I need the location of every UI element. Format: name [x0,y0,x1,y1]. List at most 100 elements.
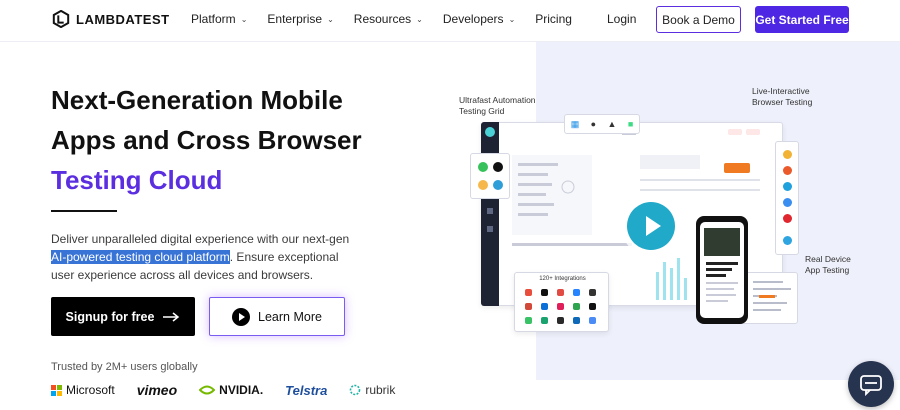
nvidia-logo: NVIDIA. [199,383,263,397]
signup-label: Signup for free [65,309,155,324]
learn-more-button[interactable]: Learn More [209,297,345,336]
cypress-icon [493,162,503,172]
logo-icon [52,10,70,28]
safari-icon [783,198,792,207]
chevron-down-icon: ⌄ [416,14,423,24]
callout-automation-grid: Ultrafast Automation Testing Grid [459,95,536,117]
nav-enterprise[interactable]: Enterprise ⌄ [267,12,333,26]
rubrik-logo: rubrik [349,383,395,397]
microsoft-icon [51,384,62,396]
os-selector: ▦ ● ▲ ■ [564,114,640,134]
integrations-card: 120+ Integrations [514,272,609,332]
firefox-icon [783,166,792,175]
chart-bars-graphic [654,258,694,300]
mobile-device-screen [700,222,744,318]
page: LAMBDATEST Platform ⌄ Enterprise ⌄ Resou… [0,0,900,410]
selenium-icon [478,162,488,172]
jira-icon [573,289,580,296]
slack-icon [557,303,564,310]
framework-icons-card [470,153,510,199]
callout-line: Live-Interactive Browser Testing [752,86,813,107]
bars-graphic [656,258,687,300]
desc-text: Deliver unparalleled digital experience … [51,232,350,246]
chevron-down-icon: ⌄ [240,14,248,24]
microsoft-logo: Microsoft [51,383,115,397]
video-play-button[interactable] [627,202,675,250]
headline-line-3: Testing Cloud [51,165,223,195]
learn-more-label: Learn More [258,309,322,324]
integration-icon [541,317,548,324]
integrations-title: 120+ Integrations [539,276,586,282]
hero-headline: Next-Generation Mobile Apps and Cross Br… [51,80,391,200]
play-icon [232,307,251,326]
phone-screen-graphic [704,228,740,302]
integration-icon [573,303,580,310]
apple-icon: ▲ [607,119,617,129]
opera-icon [783,214,792,223]
callout-line: Ultrafast Automation Testing Grid [459,95,536,116]
book-demo-button[interactable]: Book a Demo [656,6,741,33]
chat-widget-button[interactable] [848,361,894,407]
dashboard-sidebar [481,122,499,306]
rubrik-text: rubrik [365,383,396,397]
get-started-button[interactable]: Get Started Free [755,6,849,33]
integration-icon [541,303,548,310]
sidebar-icons-graphic [485,127,495,232]
telstra-logo: Telstra [285,382,328,398]
trusted-text: Trusted by 2M+ users globally [51,361,198,373]
headline-line-2: Apps and Cross Browser [51,125,362,155]
integration-icon [573,317,580,324]
integration-icon [557,289,564,296]
chrome-icon [783,150,792,159]
chevron-down-icon: ⌄ [327,14,334,24]
browser-list [775,141,799,255]
callout-line: Real Device App Testing [805,254,851,275]
brand-name: LAMBDATEST [76,11,170,27]
ie-icon [783,236,792,245]
callout-real-device: Real Device App Testing [805,254,851,276]
nvidia-eye-icon [199,385,216,395]
windows-icon: ▦ [570,118,580,129]
nav-label: Developers [442,12,504,26]
microsoft-text: Microsoft [66,383,115,397]
nav-label: Pricing [535,12,572,26]
callout-live-testing: Live-Interactive Browser Testing [752,86,812,108]
top-navbar: LAMBDATEST Platform ⌄ Enterprise ⌄ Resou… [0,0,900,42]
integration-icon [525,289,532,296]
android-icon: ■ [627,119,634,129]
desc-highlight: AI-powered testing cloud platform [51,250,230,264]
jenkins-icon [525,303,532,310]
integration-icon [525,317,532,324]
github-icon [541,289,548,296]
integration-icon [557,317,564,324]
play-icon [646,216,661,236]
lambdatest-logo[interactable]: LAMBDATEST [52,10,170,28]
integration-icon [589,303,596,310]
nav-label: Enterprise [267,12,323,26]
edge-icon [783,182,792,191]
puppeteer-icon [493,180,503,190]
nav-label: Platform [191,12,236,26]
playwright-icon [478,180,488,190]
signup-button[interactable]: Signup for free [51,297,195,336]
linux-icon: ● [590,119,597,129]
nav-platform[interactable]: Platform ⌄ [191,12,247,26]
rubrik-icon [350,384,361,396]
main-nav: Platform ⌄ Enterprise ⌄ Resources ⌄ Deve… [191,12,592,26]
login-link[interactable]: Login [607,12,636,26]
nav-label: Resources [353,12,412,26]
hero-description: Deliver unparalleled digital experience … [51,230,361,284]
nav-developers[interactable]: Developers ⌄ [443,12,515,26]
vimeo-logo: vimeo [136,382,178,398]
nvidia-text: NVIDIA. [219,383,264,397]
nav-resources[interactable]: Resources ⌄ [354,12,423,26]
chat-icon [860,375,882,397]
integration-icon [589,317,596,324]
brand-logos: Microsoft vimeo NVIDIA. Telstra rubrik [51,382,395,398]
headline-divider [51,210,117,212]
integration-icon [589,289,596,296]
arrow-right-icon [163,311,180,322]
nav-pricing[interactable]: Pricing [535,12,572,26]
headline-line-1: Next-Generation Mobile [51,85,343,115]
chevron-down-icon: ⌄ [508,14,516,24]
